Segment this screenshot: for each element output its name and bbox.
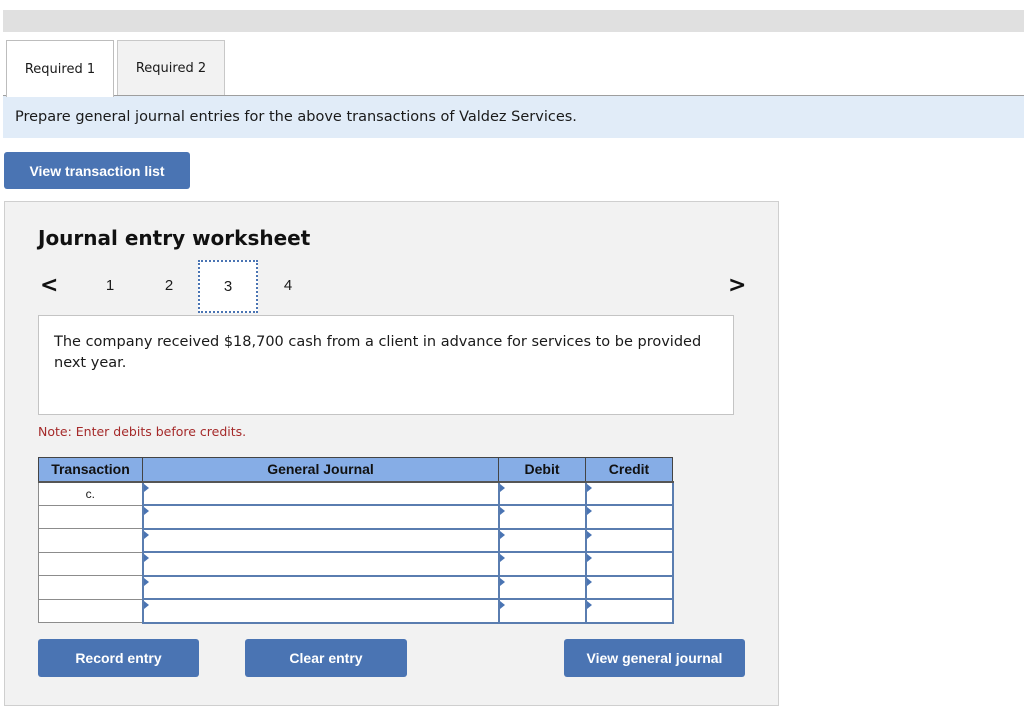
top-bar [3, 10, 1024, 32]
account-input[interactable] [143, 576, 498, 598]
credit-cell[interactable] [584, 504, 674, 530]
credit-input[interactable] [586, 482, 672, 504]
journal-row: c. [38, 480, 674, 506]
page-1[interactable]: 1 [80, 260, 140, 310]
credit-input[interactable] [586, 506, 672, 528]
record-entry-button[interactable]: Record entry [38, 639, 199, 677]
note-text: Note: Enter debits before credits. [38, 424, 247, 439]
debit-cell[interactable] [497, 551, 587, 577]
header-transaction: Transaction [38, 457, 143, 483]
account-cell[interactable] [141, 527, 500, 553]
debit-input[interactable] [499, 576, 585, 598]
account-cell[interactable] [141, 504, 500, 530]
tab-required-1[interactable]: Required 1 [6, 40, 114, 97]
worksheet-title: Journal entry worksheet [38, 226, 311, 250]
transaction-cell [38, 504, 143, 529]
entry-pager: < 1 2 3 4 > [35, 260, 755, 315]
debit-input[interactable] [499, 529, 585, 551]
tab-required-2[interactable]: Required 2 [117, 40, 225, 96]
credit-input[interactable] [586, 576, 672, 598]
credit-cell[interactable] [584, 551, 674, 577]
transaction-cell: c. [38, 481, 143, 506]
header-general-journal: General Journal [142, 457, 499, 483]
account-cell[interactable] [141, 480, 500, 506]
credit-input[interactable] [586, 529, 672, 551]
debit-input[interactable] [499, 600, 585, 622]
chevron-right-icon[interactable]: > [728, 275, 746, 297]
page-2[interactable]: 2 [139, 260, 199, 310]
debit-cell[interactable] [497, 527, 587, 553]
account-cell[interactable] [141, 574, 500, 600]
tab-bar: Required 1 Required 2 [6, 40, 228, 97]
credit-cell[interactable] [584, 598, 674, 624]
journal-row [38, 527, 674, 553]
chevron-left-icon[interactable]: < [40, 275, 58, 297]
account-cell[interactable] [141, 551, 500, 577]
debit-cell[interactable] [497, 480, 587, 506]
account-input[interactable] [143, 600, 498, 622]
credit-cell[interactable] [584, 480, 674, 506]
transaction-description-text: The company received $18,700 cash from a… [54, 334, 702, 371]
instruction-banner: Prepare general journal entries for the … [3, 95, 1024, 138]
debit-input[interactable] [499, 553, 585, 575]
transaction-description: The company received $18,700 cash from a… [38, 315, 734, 415]
journal-table: Transaction General Journal Debit Credit… [38, 457, 674, 624]
header-debit: Debit [498, 457, 586, 483]
instruction-text: Prepare general journal entries for the … [15, 109, 577, 125]
clear-entry-button[interactable]: Clear entry [245, 639, 407, 677]
journal-header-row: Transaction General Journal Debit Credit [38, 457, 673, 483]
account-cell[interactable] [141, 598, 500, 624]
account-input[interactable] [143, 482, 498, 504]
account-input[interactable] [143, 529, 498, 551]
transaction-cell [38, 575, 143, 600]
debit-cell[interactable] [497, 598, 587, 624]
journal-row [38, 574, 674, 600]
journal-row [38, 598, 674, 624]
journal-entry-worksheet: Journal entry worksheet < 1 2 3 4 > The … [4, 201, 779, 706]
debit-cell[interactable] [497, 504, 587, 530]
credit-input[interactable] [586, 600, 672, 622]
view-transaction-list-button[interactable]: View transaction list [4, 152, 190, 189]
journal-row [38, 551, 674, 577]
transaction-cell [38, 551, 143, 576]
debit-input[interactable] [499, 482, 585, 504]
page-4[interactable]: 4 [258, 260, 318, 310]
credit-cell[interactable] [584, 574, 674, 600]
transaction-cell [38, 598, 143, 623]
header-credit: Credit [585, 457, 673, 483]
credit-input[interactable] [586, 553, 672, 575]
page-3-current[interactable]: 3 [198, 260, 258, 313]
debit-cell[interactable] [497, 574, 587, 600]
account-input[interactable] [143, 506, 498, 528]
account-input[interactable] [143, 553, 498, 575]
journal-row [38, 504, 674, 530]
view-general-journal-button[interactable]: View general journal [564, 639, 745, 677]
debit-input[interactable] [499, 506, 585, 528]
transaction-cell [38, 528, 143, 553]
credit-cell[interactable] [584, 527, 674, 553]
